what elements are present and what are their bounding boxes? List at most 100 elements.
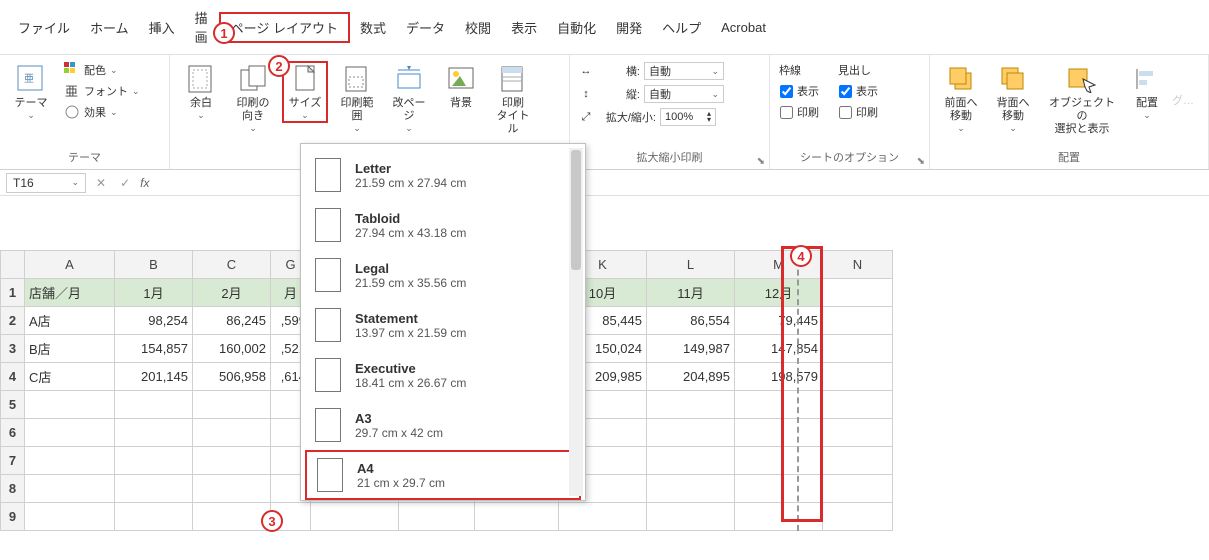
size-option-letter[interactable]: Letter21.59 cm x 27.94 cm	[301, 150, 585, 200]
menu-review[interactable]: 校閲	[455, 14, 501, 41]
row-header[interactable]: 7	[1, 447, 25, 475]
dialog-launcher-icon[interactable]: ⬊	[917, 156, 925, 167]
cancel-icon[interactable]: ✕	[92, 176, 110, 190]
menu-automate[interactable]: 自動化	[547, 14, 606, 41]
cell[interactable]	[823, 503, 893, 531]
cell[interactable]	[25, 475, 115, 503]
cell[interactable]	[115, 419, 193, 447]
cell[interactable]: 店舗／月	[25, 279, 115, 307]
cell[interactable]	[559, 503, 647, 531]
row-header[interactable]: 2	[1, 307, 25, 335]
col-header[interactable]: C	[193, 251, 271, 279]
gridlines-show-check[interactable]: 表示	[778, 82, 821, 100]
row-header[interactable]: 3	[1, 335, 25, 363]
cell[interactable]: 160,002	[193, 335, 271, 363]
menu-formulas[interactable]: 数式	[350, 14, 396, 41]
menu-insert[interactable]: 挿入	[139, 14, 185, 41]
size-option-legal[interactable]: Legal21.59 cm x 35.56 cm	[301, 250, 585, 300]
row-header[interactable]: 8	[1, 475, 25, 503]
breaks-button[interactable]: 改ページ⌄	[386, 61, 432, 136]
checkbox[interactable]	[839, 106, 852, 119]
cell[interactable]	[25, 391, 115, 419]
cell[interactable]: B店	[25, 335, 115, 363]
cell[interactable]	[647, 419, 735, 447]
cell[interactable]: 2月	[193, 279, 271, 307]
size-option-a3[interactable]: A329.7 cm x 42 cm	[301, 400, 585, 450]
fx-icon[interactable]: fx	[140, 176, 149, 190]
effects-button[interactable]: 効果⌄	[60, 103, 144, 121]
row-header[interactable]: 1	[1, 279, 25, 307]
row-header[interactable]: 5	[1, 391, 25, 419]
cell[interactable]	[823, 279, 893, 307]
cell[interactable]	[823, 419, 893, 447]
size-option-tabloid[interactable]: Tabloid27.94 cm x 43.18 cm	[301, 200, 585, 250]
send-backward-button[interactable]: 背面へ 移動⌄	[990, 61, 1036, 136]
cell[interactable]	[25, 503, 115, 531]
background-button[interactable]: 背景	[438, 61, 484, 112]
colors-button[interactable]: 配色⌄	[60, 61, 144, 79]
cell[interactable]	[115, 475, 193, 503]
printarea-button[interactable]: 印刷範囲⌄	[334, 61, 380, 136]
menu-acrobat[interactable]: Acrobat	[711, 16, 776, 39]
cell[interactable]: 11月	[647, 279, 735, 307]
selection-pane-button[interactable]: オブジェクトの 選択と表示	[1042, 61, 1122, 139]
cell[interactable]	[647, 503, 735, 531]
checkbox[interactable]	[780, 85, 793, 98]
scroll-thumb[interactable]	[571, 150, 581, 270]
cell[interactable]	[115, 503, 193, 531]
menu-data[interactable]: データ	[396, 14, 455, 41]
col-header[interactable]: N	[823, 251, 893, 279]
cell[interactable]	[823, 307, 893, 335]
cell[interactable]	[25, 447, 115, 475]
cell[interactable]: 86,554	[647, 307, 735, 335]
size-option-a4[interactable]: A421 cm x 29.7 cm	[305, 450, 581, 500]
cell[interactable]	[647, 391, 735, 419]
cell[interactable]	[193, 419, 271, 447]
cell[interactable]	[823, 363, 893, 391]
cell[interactable]	[823, 335, 893, 363]
fonts-button[interactable]: 亜フォント⌄	[60, 82, 144, 100]
cell[interactable]	[823, 447, 893, 475]
cell[interactable]: 204,895	[647, 363, 735, 391]
cell[interactable]	[647, 447, 735, 475]
col-header[interactable]: L	[647, 251, 735, 279]
menu-pagelayout[interactable]: ページ レイアウト	[219, 12, 350, 43]
enter-icon[interactable]: ✓	[116, 176, 134, 190]
cell[interactable]: 98,254	[115, 307, 193, 335]
gridlines-print-check[interactable]: 印刷	[778, 103, 821, 121]
menu-file[interactable]: ファイル	[8, 14, 80, 41]
row-header[interactable]: 4	[1, 363, 25, 391]
printtitles-button[interactable]: 印刷 タイトル	[490, 61, 536, 139]
headings-print-check[interactable]: 印刷	[837, 103, 880, 121]
cell[interactable]	[311, 503, 399, 531]
cell[interactable]	[647, 475, 735, 503]
cell[interactable]	[475, 503, 559, 531]
cell[interactable]	[193, 503, 271, 531]
cell[interactable]	[193, 447, 271, 475]
scale-zoom-input[interactable]: 100%▴▾	[660, 108, 716, 126]
align-button[interactable]: 配置⌄	[1128, 61, 1166, 123]
cell[interactable]: 506,958	[193, 363, 271, 391]
checkbox[interactable]	[839, 85, 852, 98]
cell[interactable]: 149,987	[647, 335, 735, 363]
margins-button[interactable]: 余白⌄	[178, 61, 224, 123]
menu-home[interactable]: ホーム	[80, 14, 139, 41]
cell[interactable]: 154,857	[115, 335, 193, 363]
checkbox[interactable]	[780, 106, 793, 119]
cell[interactable]	[823, 391, 893, 419]
themes-button[interactable]: 亜 テーマ ⌄	[8, 61, 54, 123]
cell[interactable]: 86,245	[193, 307, 271, 335]
cell[interactable]: 1月	[115, 279, 193, 307]
menu-developer[interactable]: 開発	[606, 14, 652, 41]
cell[interactable]	[193, 475, 271, 503]
cell[interactable]	[823, 475, 893, 503]
dialog-launcher-icon[interactable]: ⬊	[757, 156, 765, 167]
name-box[interactable]: T16⌄	[6, 173, 86, 193]
cell[interactable]: A店	[25, 307, 115, 335]
row-header[interactable]: 6	[1, 419, 25, 447]
cell[interactable]	[115, 391, 193, 419]
scrollbar[interactable]	[569, 148, 583, 496]
cell[interactable]: 201,145	[115, 363, 193, 391]
size-option-executive[interactable]: Executive18.41 cm x 26.67 cm	[301, 350, 585, 400]
scale-height-select[interactable]: 自動⌄	[644, 85, 724, 103]
